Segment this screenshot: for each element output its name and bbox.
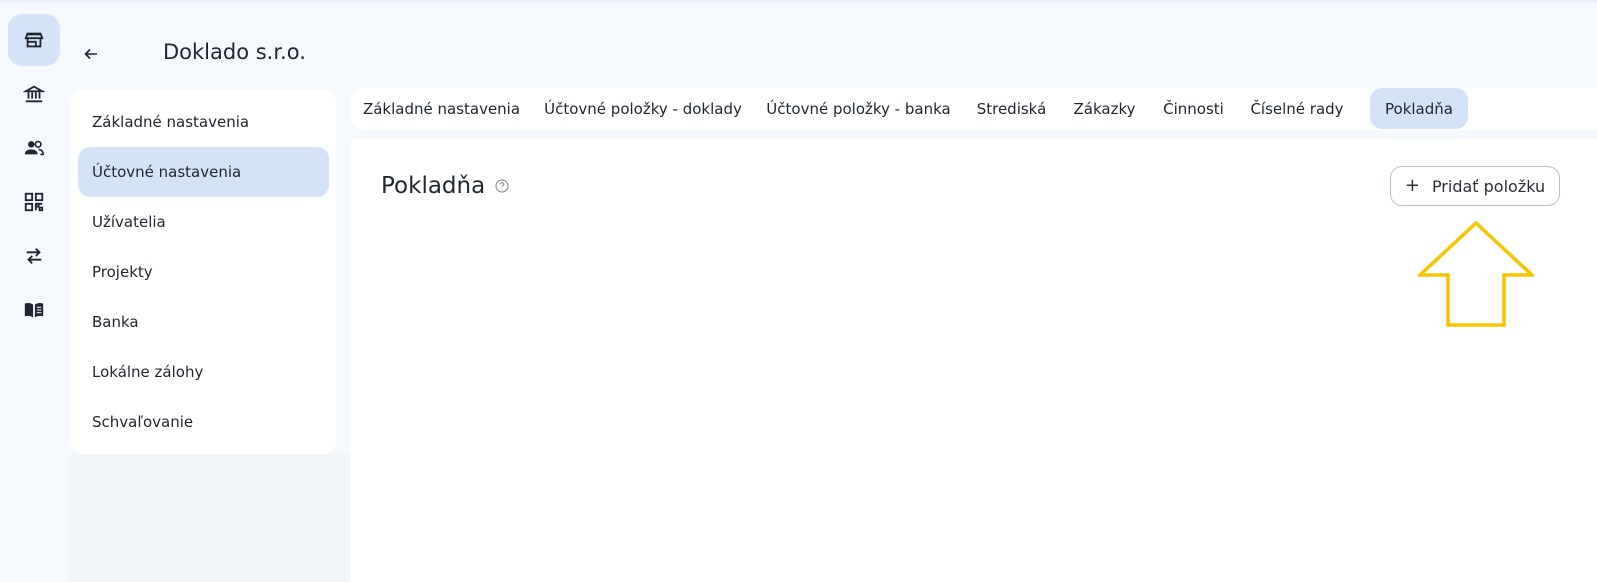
- settings-item-banka[interactable]: Banka: [78, 297, 329, 347]
- top-border: [0, 0, 1597, 3]
- tab-uctovne-polozky-banka[interactable]: Účtovné položky - banka: [754, 88, 963, 129]
- settings-item-uctovne-nastavenia[interactable]: Účtovné nastavenia: [78, 147, 329, 197]
- arrow-left-icon: [84, 48, 97, 60]
- rail-people-button[interactable]: [8, 122, 60, 174]
- settings-item-schvalovanie[interactable]: Schvaľovanie: [78, 397, 329, 447]
- rail-bank-button[interactable]: [8, 68, 60, 120]
- settings-item-lokalne-zalohy[interactable]: Lokálne zálohy: [78, 347, 329, 397]
- page-title: Pokladňa: [381, 173, 509, 199]
- people-icon: [24, 140, 44, 156]
- store-icon: [24, 32, 44, 48]
- help-icon[interactable]: [495, 179, 509, 193]
- bank-icon: [23, 85, 45, 103]
- settings-menu: Základné nastavenia Účtovné nastavenia U…: [71, 90, 336, 454]
- tab-zakazky[interactable]: Zákazky: [1060, 88, 1149, 129]
- rail-book-button[interactable]: [8, 284, 60, 336]
- panel-background-strip: [71, 454, 350, 582]
- tab-pokladna[interactable]: Pokladňa: [1370, 88, 1468, 129]
- swap-icon: [26, 248, 42, 264]
- settings-item-zakladne-nastavenia[interactable]: Základné nastavenia: [78, 97, 329, 147]
- qr-code-icon: [24, 192, 44, 212]
- rail-store-button[interactable]: [8, 14, 60, 66]
- icon-rail: [0, 0, 68, 582]
- settings-item-uzivatelia[interactable]: Užívatelia: [78, 197, 329, 247]
- add-item-button-label: Pridať položku: [1431, 176, 1546, 196]
- book-icon: [24, 302, 44, 318]
- settings-item-projekty[interactable]: Projekty: [78, 247, 329, 297]
- tab-strediska[interactable]: Strediská: [963, 88, 1060, 129]
- company-name: Doklado s.r.o.: [163, 40, 306, 64]
- settings-tabs: Základné nastavenia Účtovné položky - do…: [351, 88, 1597, 130]
- rail-swap-button[interactable]: [8, 230, 60, 282]
- add-item-button[interactable]: + Pridať položku: [1390, 166, 1560, 206]
- content-panel: Pokladňa + Pridať položku: [351, 139, 1597, 582]
- tab-ciselne-rady[interactable]: Číselné rady: [1238, 88, 1356, 129]
- annotation-up-arrow-icon: [1418, 221, 1534, 327]
- tab-cinnosti[interactable]: Činnosti: [1149, 88, 1238, 129]
- back-button[interactable]: [78, 42, 104, 66]
- tab-uctovne-polozky-doklady[interactable]: Účtovné položky - doklady: [532, 88, 754, 129]
- tab-zakladne-nastavenia[interactable]: Základné nastavenia: [351, 88, 532, 129]
- page-title-text: Pokladňa: [381, 173, 486, 199]
- plus-icon: +: [1404, 175, 1420, 196]
- rail-qr-button[interactable]: [8, 176, 60, 228]
